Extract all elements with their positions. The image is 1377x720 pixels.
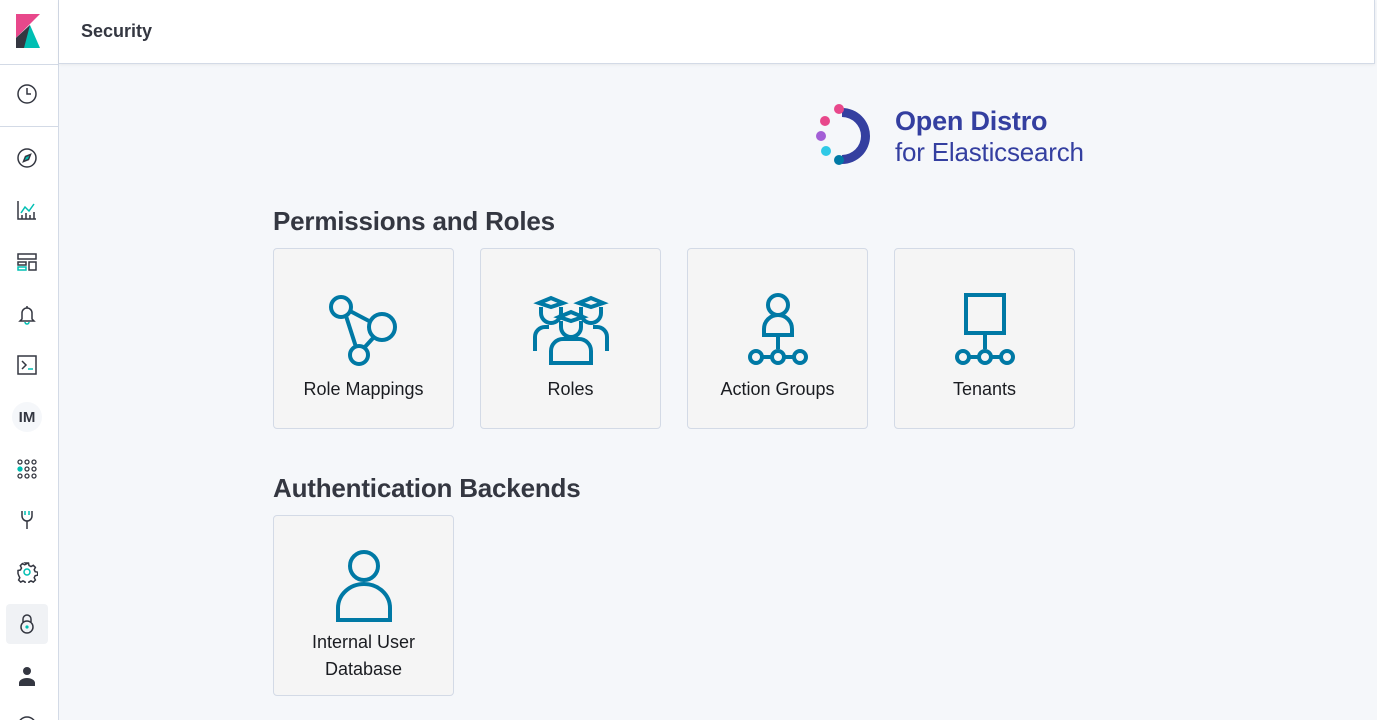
action-groups-icon	[747, 293, 808, 365]
nav-discover[interactable]	[6, 138, 48, 178]
console-icon	[17, 355, 37, 375]
brand-name: Open Distro	[895, 106, 1048, 136]
user-icon	[19, 667, 35, 686]
open-distro-mark-icon	[816, 104, 870, 165]
tenants-icon	[954, 293, 1015, 365]
side-nav: IM	[0, 0, 59, 720]
section-title-authentication: Authentication Backends	[273, 473, 581, 503]
bell-icon	[18, 306, 36, 325]
clock-icon	[17, 84, 37, 104]
nav-index-management[interactable]: IM	[6, 397, 48, 437]
nav-security[interactable]	[6, 604, 48, 644]
help-icon	[19, 716, 35, 720]
tenants-card[interactable]: Tenants	[894, 248, 1075, 429]
open-distro-logo: Open Distro for Elasticsearch	[812, 100, 1112, 172]
compass-icon	[17, 148, 37, 168]
nav-recently-viewed[interactable]	[6, 74, 48, 114]
card-label: Action Groups	[720, 379, 835, 399]
index-management-badge: IM	[12, 402, 42, 432]
nav-user[interactable]	[6, 656, 48, 696]
brand-subtitle: for Elasticsearch	[895, 137, 1084, 167]
nav-apps[interactable]	[6, 449, 48, 489]
sidebar-divider	[0, 126, 58, 127]
internal-user-database-card[interactable]: Internal User Database	[273, 515, 454, 696]
page-title: Security	[81, 21, 153, 41]
action-groups-card[interactable]: Action Groups	[687, 248, 868, 429]
card-label-line1: Internal User	[311, 632, 416, 652]
roles-card[interactable]: Roles	[480, 248, 661, 429]
role-mappings-card[interactable]: Role Mappings	[273, 248, 454, 429]
card-label: Tenants	[952, 379, 1017, 399]
nav-dev-tools[interactable]	[6, 345, 48, 385]
nav-more[interactable]	[6, 706, 48, 720]
nav-visualize[interactable]	[6, 190, 48, 230]
dashboard-icon	[17, 253, 37, 271]
internal-user-icon	[335, 550, 392, 622]
card-label-line2: Database	[324, 659, 403, 679]
role-mappings-icon	[328, 295, 397, 366]
plug-icon	[21, 511, 33, 529]
nav-management[interactable]	[6, 552, 48, 592]
section-title-permissions: Permissions and Roles	[273, 206, 555, 236]
nav-alerting[interactable]	[6, 294, 48, 334]
nav-dashboard[interactable]	[6, 242, 48, 282]
sidebar-divider	[0, 64, 58, 65]
kibana-logo-icon[interactable]	[14, 14, 42, 48]
app-header: Security	[59, 0, 1375, 64]
gear-icon	[17, 562, 38, 583]
nav-plugin[interactable]	[6, 500, 48, 540]
card-label: Roles	[547, 379, 594, 399]
visualize-icon	[17, 201, 36, 220]
apps-icon	[17, 459, 37, 479]
roles-icon	[532, 295, 609, 365]
lock-icon	[20, 614, 34, 634]
card-label: Role Mappings	[303, 379, 424, 399]
